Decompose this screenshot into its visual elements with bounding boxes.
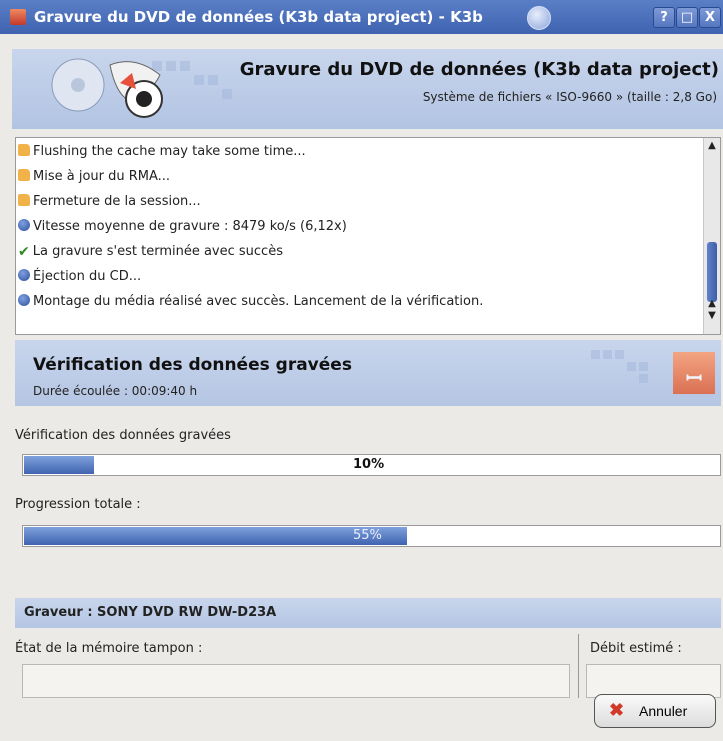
- burner-header: Graveur : SONY DVD RW DW-D23A: [15, 598, 721, 628]
- buffer-status-label: État de la mémoire tampon :: [15, 641, 203, 656]
- log-item: Flushing the cache may take some time...: [18, 141, 306, 163]
- elapsed-time: Durée écoulée : 00:09:40 h: [33, 384, 198, 398]
- scroll-down-arrow-icon[interactable]: ▼: [706, 310, 718, 322]
- log-item: Éjection du CD...: [18, 266, 141, 288]
- window-title: Gravure du DVD de données (K3b data proj…: [34, 8, 483, 26]
- window-titlebar[interactable]: Gravure du DVD de données (K3b data proj…: [0, 0, 723, 34]
- close-button[interactable]: X: [699, 7, 721, 28]
- task-progress-label: Vérification des données gravées: [15, 428, 231, 443]
- log-item: Vitesse moyenne de gravure : 8479 ko/s (…: [18, 216, 347, 238]
- help-button[interactable]: ?: [653, 7, 675, 28]
- cancel-icon: ✖: [609, 700, 625, 720]
- total-progress-label: Progression totale :: [15, 497, 141, 512]
- scroll-up-arrow-icon[interactable]: ▲: [706, 140, 718, 152]
- log-list[interactable]: Flushing the cache may take some time...…: [15, 137, 721, 335]
- pin-icon[interactable]: [527, 6, 551, 30]
- total-progress-bar: 55%: [22, 525, 721, 547]
- cancel-label: Annuler: [639, 703, 688, 719]
- task-progress-fill: [24, 456, 94, 474]
- maximize-button[interactable]: □: [676, 7, 698, 28]
- estimated-rate-label: Débit estimé :: [590, 641, 682, 656]
- project-header: Gravure du DVD de données (K3b data proj…: [12, 49, 723, 129]
- k3b-burn-icon: ꟷ: [673, 352, 715, 394]
- log-item: Mise à jour du RMA...: [18, 166, 170, 188]
- log-scrollbar[interactable]: ▲ ▲ ▼: [703, 138, 720, 334]
- burner-label: Graveur : SONY DVD RW DW-D23A: [24, 605, 277, 620]
- k3b-logo-icon: [51, 58, 163, 118]
- log-item: Fermeture de la session...: [18, 191, 201, 213]
- filesystem-info: Système de fichiers « ISO-9660 » (taille…: [422, 90, 717, 104]
- buffer-status-field: [22, 664, 570, 698]
- total-progress-percent: 55%: [353, 528, 382, 543]
- scrollbar-thumb[interactable]: [707, 242, 717, 302]
- task-progress-bar: 10%: [22, 454, 721, 476]
- folder-icon: [18, 194, 30, 206]
- task-progress-percent: 10%: [353, 457, 385, 472]
- project-title: Gravure du DVD de données (K3b data proj…: [239, 59, 719, 80]
- log-item: Montage du média réalisé avec succès. La…: [18, 291, 483, 313]
- divider: [578, 634, 579, 698]
- estimated-rate-field: [586, 664, 721, 698]
- cancel-button[interactable]: ✖ Annuler: [594, 694, 716, 728]
- folder-icon: [18, 169, 30, 181]
- verification-panel: ꟷ Vérification des données gravées Durée…: [15, 340, 721, 406]
- check-icon: ✔: [18, 244, 30, 260]
- total-progress-fill: [24, 527, 408, 545]
- k3b-app-icon: [10, 9, 26, 25]
- info-icon: [18, 269, 30, 281]
- verification-title: Vérification des données gravées: [33, 355, 352, 375]
- info-icon: [18, 219, 30, 231]
- scroll-up-arrow-icon[interactable]: ▲: [706, 298, 718, 310]
- log-item: ✔ La gravure s'est terminée avec succès: [18, 241, 283, 263]
- info-icon: [18, 294, 30, 306]
- folder-icon: [18, 144, 30, 156]
- decorative-squares: [591, 350, 648, 383]
